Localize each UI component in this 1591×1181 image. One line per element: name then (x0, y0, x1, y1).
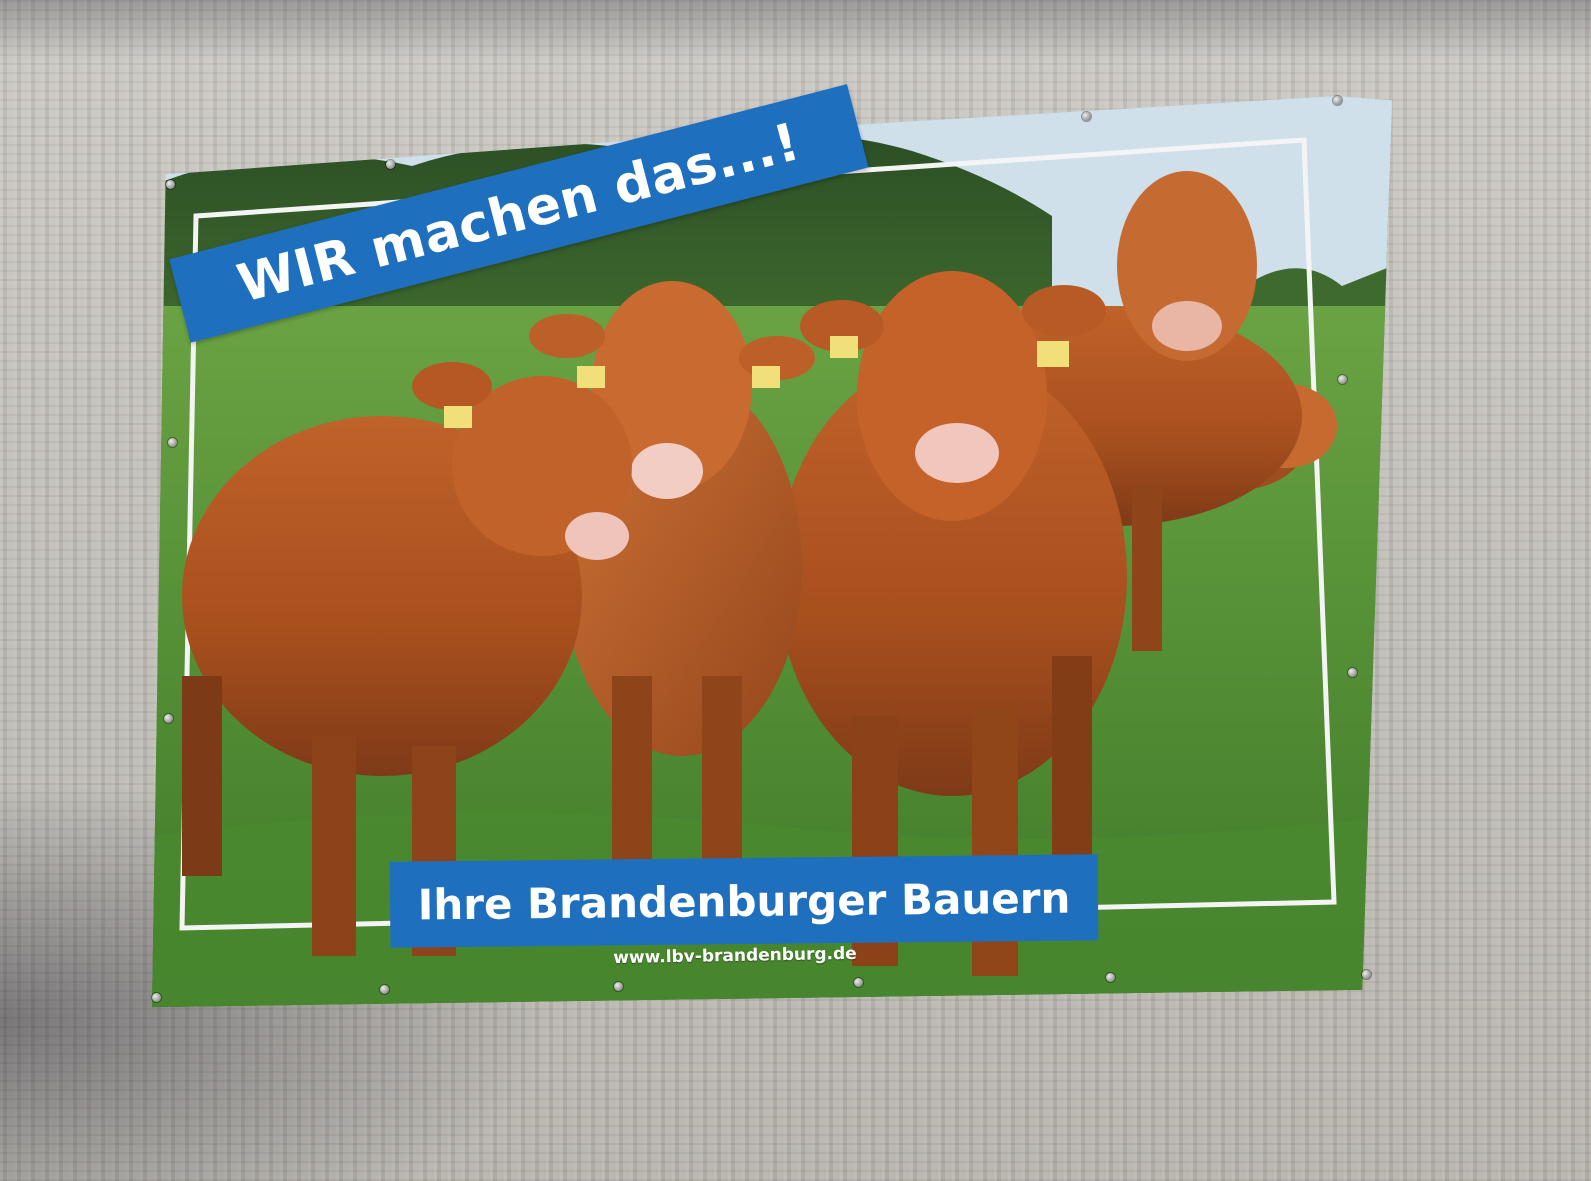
photo-scene: WIR machen das...! Ihre Brandenburger Ba… (0, 0, 1591, 1181)
grommet (1348, 668, 1357, 677)
grommet (164, 714, 173, 723)
grommet (614, 982, 623, 991)
grommet (1338, 375, 1347, 384)
grommet (152, 993, 161, 1002)
grommet (1362, 970, 1371, 979)
ear-tag (444, 406, 472, 428)
grommet (1106, 973, 1115, 982)
ear-tag (752, 366, 780, 388)
grommet (380, 985, 389, 994)
tagline-text: Ihre Brandenburger Bauern (417, 873, 1071, 929)
grommet (168, 438, 177, 447)
grommet (1333, 96, 1342, 105)
ear-tag (577, 366, 605, 388)
grommet (386, 160, 395, 169)
tagline-banner: Ihre Brandenburger Bauern (389, 854, 1099, 948)
ear-tag (1037, 341, 1069, 367)
ear-tag (830, 336, 858, 358)
grommet (854, 978, 863, 987)
grommet (166, 180, 175, 189)
shadow-top (0, 0, 1591, 60)
grommet (1082, 112, 1091, 121)
